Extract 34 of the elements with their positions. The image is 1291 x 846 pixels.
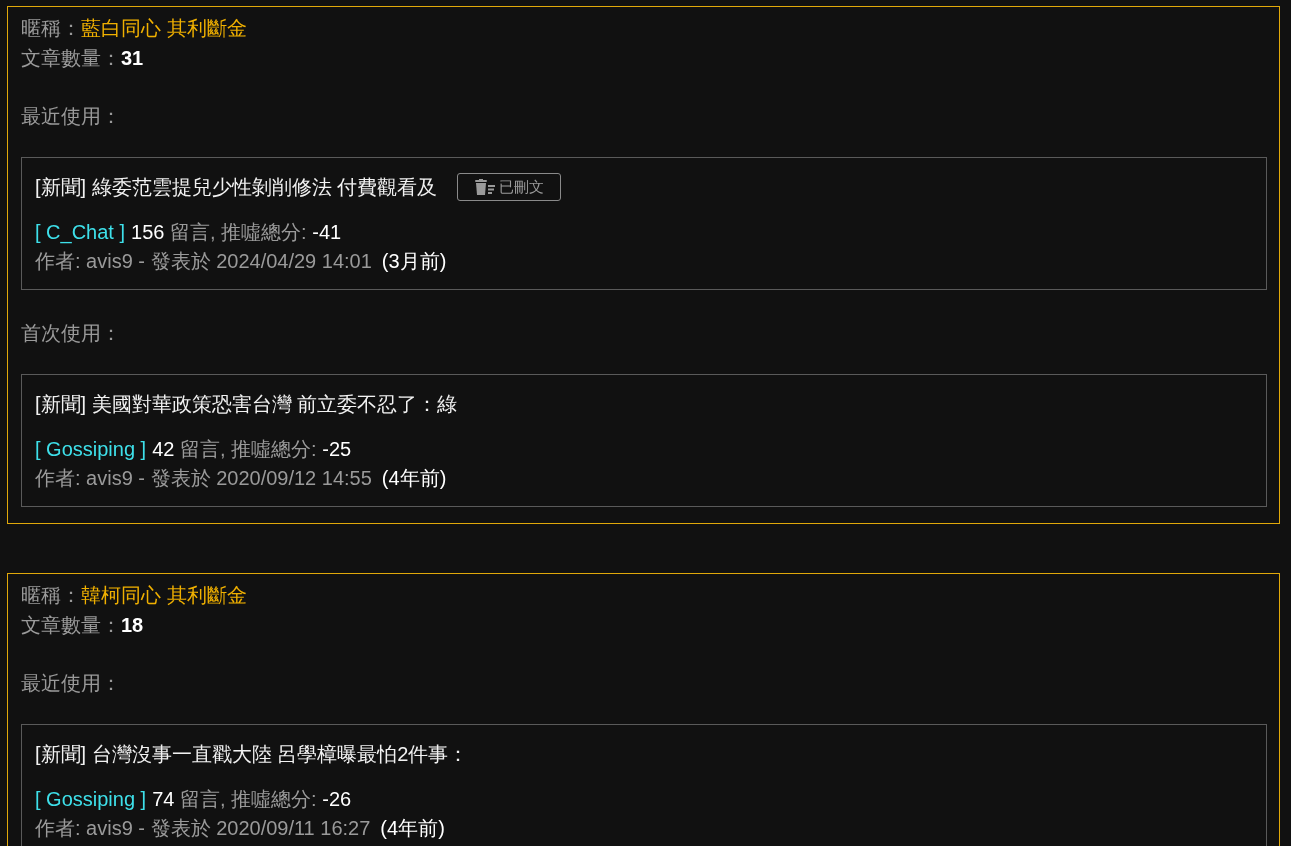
post-byline: 作者: avis9 - 發表於 2024/04/29 14:01 [35, 249, 372, 274]
comment-label: 留言, 推噓總分: [180, 788, 317, 810]
article-count: 31 [121, 46, 144, 71]
board-name[interactable]: [ C_Chat ] [35, 218, 126, 247]
nickname-label: 暱稱： [21, 583, 81, 608]
section-heading: 最近使用： [21, 104, 122, 129]
post-byline: 作者: avis9 - 發表於 2020/09/11 16:27 [35, 816, 371, 841]
comment-label: 留言, 推噓總分: [170, 221, 307, 243]
comment-count: 42 [152, 438, 175, 460]
section-heading: 首次使用： [21, 321, 122, 346]
push-score: -41 [312, 221, 342, 243]
section-heading: 最近使用： [21, 671, 122, 696]
nickname: 藍白同心 其利斷金 [81, 16, 247, 41]
nickname-label: 暱稱： [21, 16, 81, 41]
post-age: (3月前) [381, 249, 447, 274]
comment-count: 74 [152, 788, 175, 810]
comment-count: 156 [131, 221, 165, 243]
article-count: 18 [121, 613, 144, 638]
board-name[interactable]: [ Gossiping ] [35, 785, 147, 814]
post-byline: 作者: avis9 - 發表於 2020/09/12 14:55 [35, 466, 372, 491]
trash-icon [474, 179, 497, 195]
post-age: (4年前) [381, 466, 447, 491]
deleted-badge: 已刪文 [457, 173, 562, 201]
post-title[interactable]: [新聞] 綠委范雲提兒少性剝削修法 付費觀看及 [35, 172, 438, 202]
post-title[interactable]: [新聞] 台灣沒事一直戳大陸 呂學樟曝最怕2件事： [35, 739, 469, 769]
post-title[interactable]: [新聞] 美國對華政策恐害台灣 前立委不忍了：綠 [35, 389, 458, 419]
post-age: (4年前) [380, 816, 445, 841]
push-score: -25 [322, 438, 352, 460]
board-name[interactable]: [ Gossiping ] [35, 435, 147, 464]
comment-label: 留言, 推噓總分: [180, 438, 317, 460]
nickname: 韓柯同心 其利斷金 [81, 583, 247, 608]
article-count-label: 文章數量： [21, 46, 121, 71]
push-score: -26 [322, 788, 352, 810]
article-count-label: 文章數量： [21, 613, 121, 638]
